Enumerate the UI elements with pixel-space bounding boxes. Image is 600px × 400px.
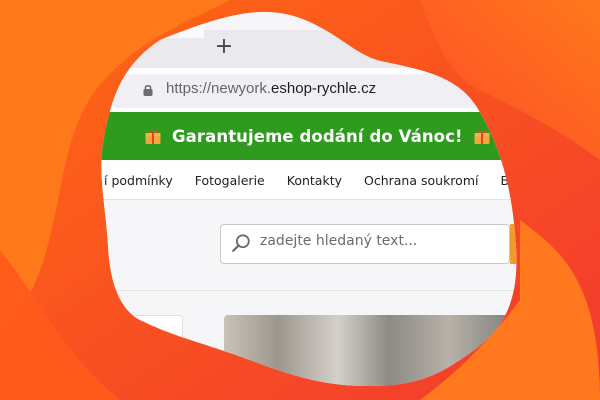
nav-item-terms[interactable]: í podmínky: [104, 173, 173, 188]
url-prefix: https://newyork.: [166, 80, 272, 97]
gift-icon: [473, 127, 491, 145]
nav-item-photo-gallery[interactable]: Fotogalerie: [195, 173, 265, 188]
promo-row: Garantujeme dodání do Vánoc!: [144, 112, 491, 160]
search-icon: [230, 233, 252, 255]
url-host: eshop-rychle.cz: [271, 80, 377, 97]
lock-icon: [142, 83, 154, 97]
gift-icon: [144, 127, 162, 145]
nav-item-contacts[interactable]: Kontakty: [287, 173, 342, 188]
promo-text: Garantujeme dodání do Vánoc!: [172, 126, 463, 146]
new-tab-button[interactable]: +: [210, 30, 238, 64]
nav-item-privacy[interactable]: Ochrana soukromí: [364, 173, 478, 188]
search-placeholder: zadejte hledaný text...: [260, 233, 418, 249]
navigation-links: í podmínky Fotogalerie Kontakty Ochrana …: [104, 160, 520, 200]
url-text[interactable]: https://newyork.eshop-rychle.cz: [166, 80, 376, 102]
